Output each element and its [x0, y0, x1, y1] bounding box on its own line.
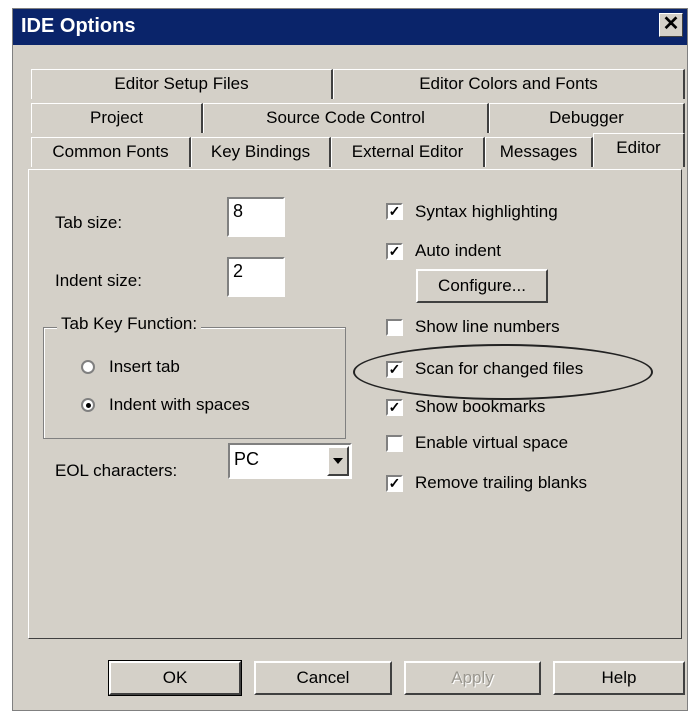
enable-virtual-space-label[interactable]: Enable virtual space	[415, 433, 568, 453]
syntax-highlighting-label[interactable]: Syntax highlighting	[415, 202, 558, 222]
show-bookmarks-checkbox[interactable]: ✓	[386, 399, 403, 416]
eol-characters-select[interactable]: PC	[228, 443, 352, 479]
window-title: IDE Options	[21, 15, 136, 37]
ok-button[interactable]: OK	[108, 660, 242, 696]
tab-key-function-group	[43, 327, 346, 439]
help-button[interactable]: Help	[553, 661, 685, 695]
insert-tab-label[interactable]: Insert tab	[109, 357, 180, 377]
auto-indent-label[interactable]: Auto indent	[415, 241, 501, 261]
highlight-ellipse	[353, 344, 653, 400]
syntax-highlighting-checkbox[interactable]: ✓	[386, 203, 403, 220]
show-line-numbers-label[interactable]: Show line numbers	[415, 317, 560, 337]
remove-trailing-blanks-label[interactable]: Remove trailing blanks	[415, 473, 587, 493]
insert-tab-radio[interactable]	[81, 360, 95, 374]
tab-editor-setup-files[interactable]: Editor Setup Files	[31, 69, 333, 99]
tab-key-function-legend: Tab Key Function:	[57, 314, 202, 334]
tab-key-bindings[interactable]: Key Bindings	[191, 137, 331, 167]
enable-virtual-space-checkbox[interactable]	[386, 435, 403, 452]
indent-with-spaces-label[interactable]: Indent with spaces	[109, 395, 250, 415]
tab-editor-colors-and-fonts[interactable]: Editor Colors and Fonts	[333, 69, 685, 99]
auto-indent-checkbox[interactable]: ✓	[386, 243, 403, 260]
tab-messages[interactable]: Messages	[485, 137, 593, 167]
eol-characters-value: PC	[234, 449, 260, 469]
remove-trailing-blanks-checkbox[interactable]: ✓	[386, 475, 403, 492]
eol-characters-label: EOL characters:	[55, 461, 178, 480]
tab-size-input[interactable]: 8	[227, 197, 285, 237]
tab-common-fonts[interactable]: Common Fonts	[31, 137, 191, 167]
title-bar[interactable]: IDE Options ✕	[13, 9, 687, 45]
cancel-button[interactable]: Cancel	[254, 661, 392, 695]
configure-button[interactable]: Configure...	[416, 269, 548, 303]
checkmark-icon: ✓	[388, 203, 401, 219]
close-button[interactable]: ✕	[659, 13, 683, 37]
apply-button[interactable]: Apply	[404, 661, 541, 695]
show-bookmarks-label[interactable]: Show bookmarks	[415, 397, 545, 417]
tab-editor[interactable]: Editor	[593, 133, 685, 167]
chevron-down-icon[interactable]	[327, 446, 349, 476]
indent-size-input[interactable]: 2	[227, 257, 285, 297]
tab-size-label: Tab size:	[55, 213, 123, 232]
checkmark-icon: ✓	[388, 475, 401, 491]
ide-options-dialog: IDE Options ✕ Editor Setup Files Editor …	[12, 8, 688, 711]
tab-debugger[interactable]: Debugger	[489, 103, 685, 133]
tab-external-editor[interactable]: External Editor	[331, 137, 485, 167]
indent-with-spaces-radio[interactable]	[81, 398, 95, 412]
tab-project[interactable]: Project	[31, 103, 203, 133]
close-icon: ✕	[662, 13, 680, 35]
show-line-numbers-checkbox[interactable]	[386, 319, 403, 336]
checkmark-icon: ✓	[388, 399, 401, 415]
indent-size-label: Indent size:	[55, 271, 142, 290]
checkmark-icon: ✓	[388, 243, 401, 259]
tab-source-code-control[interactable]: Source Code Control	[203, 103, 489, 133]
